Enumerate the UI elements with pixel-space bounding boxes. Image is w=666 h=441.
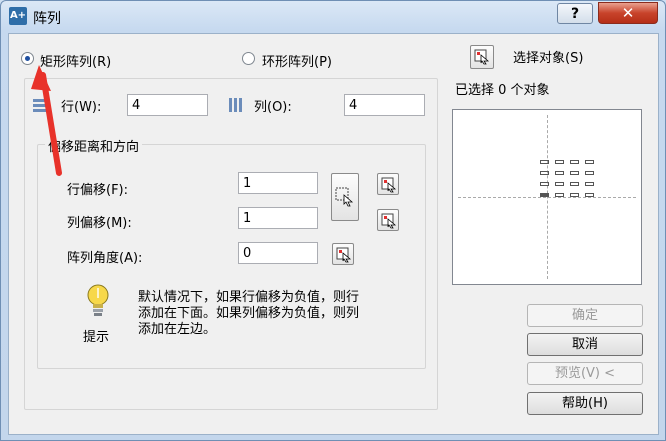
preview-cell-base	[540, 193, 549, 197]
preview-x-axis	[458, 197, 636, 198]
preview-cell	[555, 182, 564, 186]
annotation-arrow-icon	[31, 65, 62, 176]
dialog-body: 矩形阵列(R) 环形阵列(P) 选择对象(S) 已选择 0 个对象 行(W): …	[8, 33, 659, 435]
pick-cursor-icon	[336, 247, 352, 263]
col-offset-label: 列偏移(M):	[67, 216, 132, 231]
preview-cell	[570, 193, 579, 197]
pick-both-offsets-icon	[335, 187, 354, 207]
row-offset-label: 行偏移(F):	[67, 183, 129, 198]
preview-cell	[555, 193, 564, 197]
angle-input[interactable]	[238, 242, 318, 264]
pick-cursor-icon	[474, 49, 490, 65]
help-button[interactable]: ?	[557, 3, 593, 24]
window-title: 阵列	[33, 11, 61, 27]
preview-cell	[585, 182, 594, 186]
preview-cell	[540, 171, 549, 175]
tip-title: 提示	[83, 330, 110, 345]
pick-col-offset-button[interactable]	[377, 209, 399, 231]
angle-label: 阵列角度(A):	[67, 251, 143, 266]
pick-cursor-icon	[381, 213, 397, 229]
selected-count-text: 已选择 0 个对象	[455, 83, 550, 98]
preview-cell	[570, 171, 579, 175]
pick-row-offset-button[interactable]	[377, 173, 399, 195]
select-objects-label: 选择对象(S)	[513, 51, 584, 66]
title-bar[interactable]: A+ 阵列 ? ✕	[1, 1, 665, 33]
preview-cell	[570, 182, 579, 186]
ok-button[interactable]: 确定	[527, 304, 643, 327]
pick-both-offsets-button[interactable]	[331, 173, 359, 221]
preview-cell	[570, 160, 579, 164]
row-offset-input[interactable]	[238, 172, 318, 194]
preview-cell	[540, 182, 549, 186]
pick-angle-button[interactable]	[332, 243, 354, 265]
app-logo-icon: A+	[9, 7, 27, 25]
array-dialog: A+ 阵列 ? ✕ 矩形阵列(R) 环形阵列(P) 选择对象(S) 已选择 0 …	[0, 0, 666, 441]
lightbulb-icon	[86, 284, 110, 322]
preview-cell	[555, 171, 564, 175]
close-button[interactable]: ✕	[598, 2, 658, 24]
preview-cell	[540, 160, 549, 164]
help-dialog-button[interactable]: 帮助(H)	[527, 392, 643, 415]
preview-cell	[555, 160, 564, 164]
radio-polar-indicator[interactable]	[242, 52, 255, 65]
select-objects-button[interactable]	[470, 45, 494, 69]
preview-cell	[585, 193, 594, 197]
cancel-button[interactable]: 取消	[527, 333, 643, 356]
columns-icon	[228, 98, 242, 112]
col-offset-input[interactable]	[238, 207, 318, 229]
pick-cursor-icon	[381, 177, 397, 193]
preview-cell	[585, 171, 594, 175]
preview-button[interactable]: 预览(V) <	[527, 362, 643, 385]
columns-input[interactable]	[344, 94, 425, 116]
preview-cell	[585, 160, 594, 164]
array-preview	[452, 109, 642, 285]
columns-label: 列(O):	[254, 100, 292, 115]
tip-text-line3: 添加在左边。	[138, 322, 217, 337]
rows-input[interactable]	[127, 94, 208, 116]
radio-polar-label[interactable]: 环形阵列(P)	[262, 51, 332, 70]
